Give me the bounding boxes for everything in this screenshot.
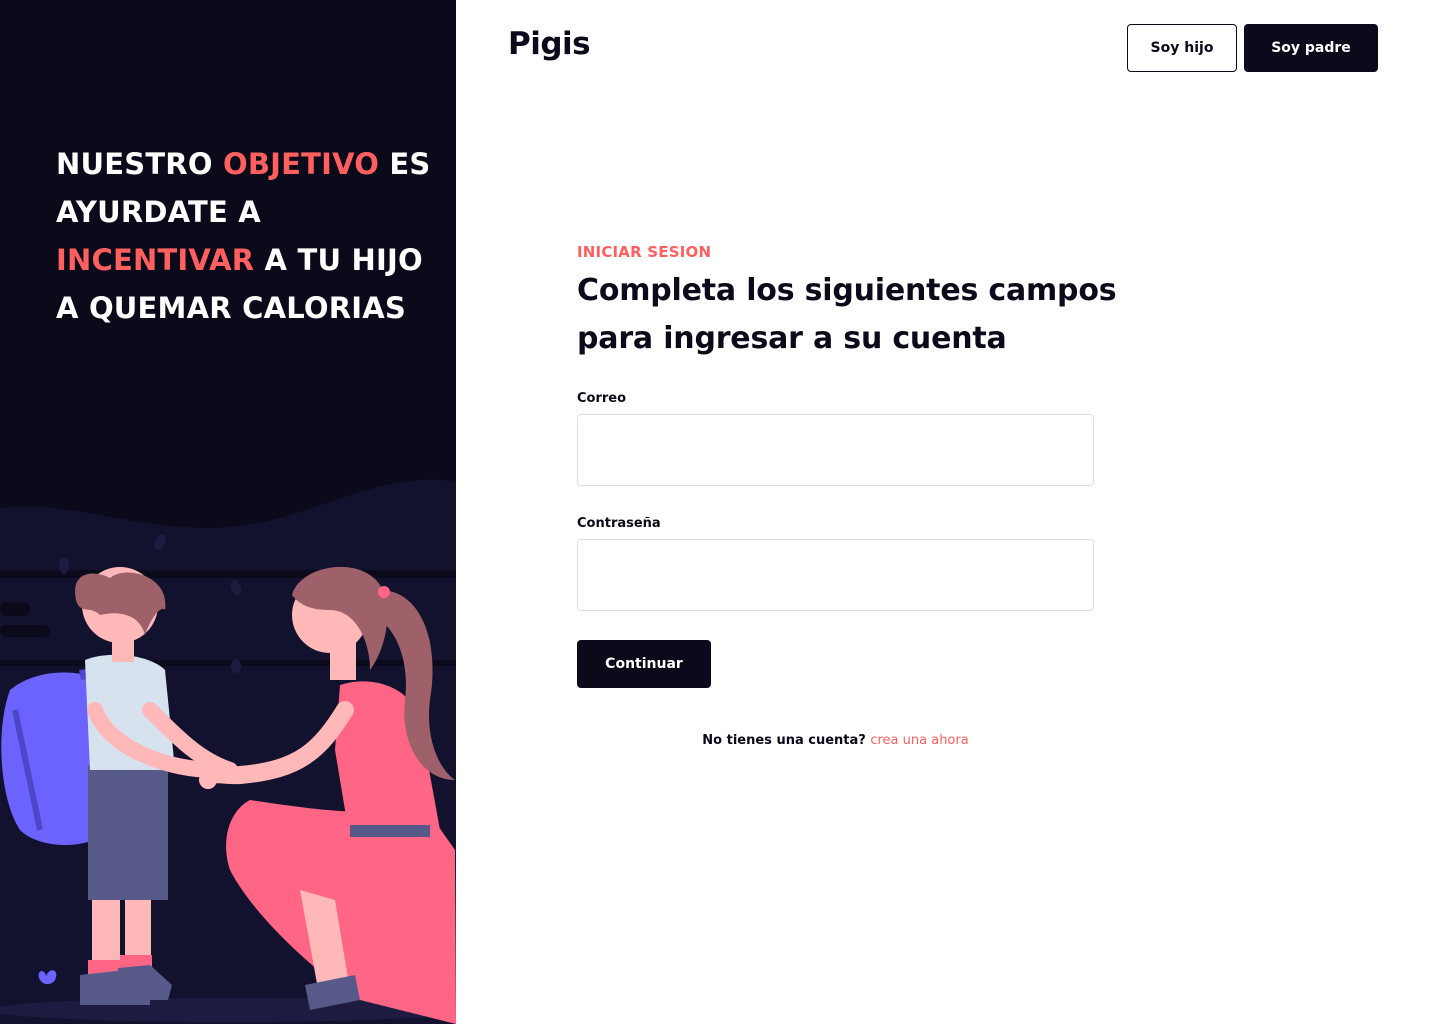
soy-padre-button[interactable]: Soy padre — [1244, 24, 1378, 72]
signup-prompt: No tienes una cuenta? crea una ahora — [577, 733, 1094, 748]
hero-accent-incentivar: INCENTIVAR — [56, 243, 255, 277]
parent-child-illustration — [0, 479, 456, 1024]
hero-headline: NUESTRO OBJETIVO ES AYURDATE A INCENTIVA… — [56, 140, 446, 332]
app-logo[interactable]: Pigis — [508, 26, 591, 62]
login-eyebrow: INICIAR SESION — [577, 243, 712, 261]
hero-panel: NUESTRO OBJETIVO ES AYURDATE A INCENTIVA… — [0, 0, 456, 1024]
login-title: Completa los siguientes campos para ingr… — [577, 273, 1117, 356]
email-label: Correo — [577, 391, 627, 406]
login-header: INICIAR SESION Completa los siguientes c… — [577, 240, 1137, 363]
hero-accent-objetivo: OBJETIVO — [222, 147, 380, 181]
password-field[interactable] — [577, 539, 1094, 611]
soy-hijo-button[interactable]: Soy hijo — [1127, 24, 1237, 72]
signup-prompt-text: No tienes una cuenta? — [702, 733, 866, 748]
email-field[interactable] — [577, 414, 1094, 486]
signup-link[interactable]: crea una ahora — [870, 733, 968, 748]
password-label: Contraseña — [577, 516, 661, 531]
hero-text-part1: NUESTRO — [56, 147, 223, 181]
continue-button[interactable]: Continuar — [577, 640, 711, 688]
